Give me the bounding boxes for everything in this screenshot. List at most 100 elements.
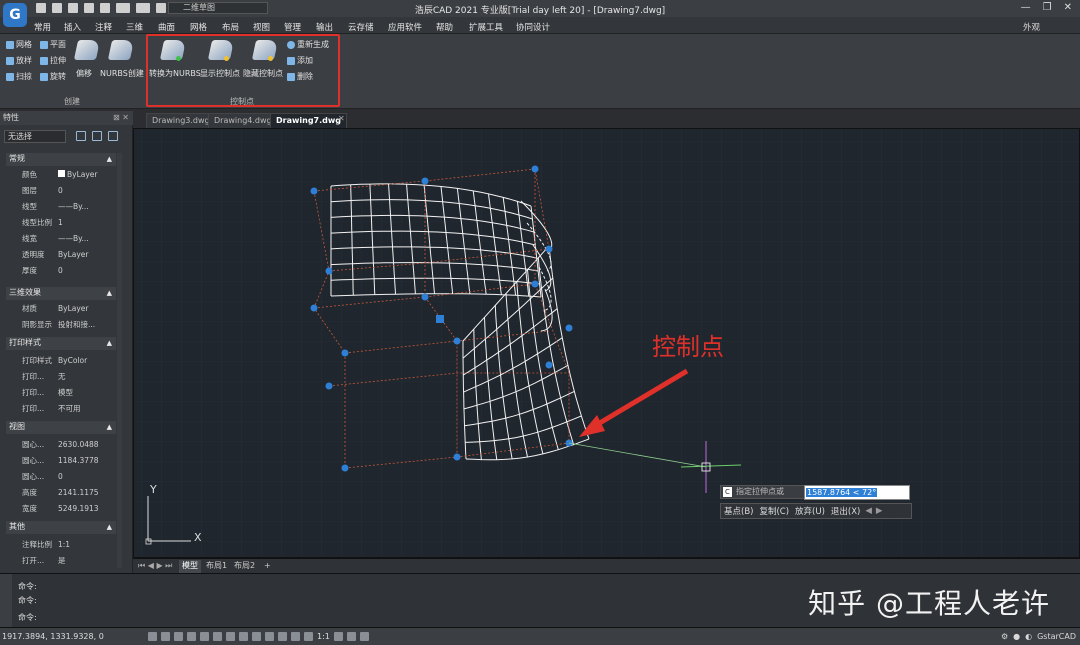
close-icon[interactable]: ⊠ ✕ (113, 111, 129, 124)
tab-layout2[interactable]: 布局2 (231, 560, 258, 573)
selection-cycling-icon[interactable] (278, 632, 287, 641)
clean-screen-icon[interactable] (359, 632, 369, 641)
property-row[interactable]: 透明度 ByLayer (6, 247, 116, 263)
property-row[interactable]: 打印... 不可用 (6, 401, 116, 417)
control-point[interactable] (421, 177, 429, 185)
menu-item[interactable]: 注释 (95, 21, 112, 33)
section-view[interactable]: 视图 ▲ (6, 421, 116, 434)
control-point[interactable] (325, 382, 333, 390)
grip-square[interactable] (436, 315, 444, 323)
annotation-visibility-icon[interactable] (304, 632, 313, 641)
selection-dropdown[interactable]: 无选择 (4, 130, 66, 143)
menu-item[interactable]: 输出 (316, 21, 333, 33)
menu-item[interactable]: 云存储 (348, 21, 374, 33)
ortho-toggle-icon[interactable] (174, 632, 183, 641)
menu-item[interactable]: 网格 (190, 21, 207, 33)
property-row[interactable]: 打印... 无 (6, 369, 116, 385)
annotation-scale[interactable]: 1:1 (317, 632, 330, 641)
restore-icon[interactable]: ❐ (1043, 2, 1052, 13)
toggle-pickadd-icon[interactable] (76, 131, 86, 141)
option-base-point[interactable]: 基点(B) (721, 505, 756, 517)
command-input[interactable]: 命令: (18, 612, 37, 623)
collapse-icon[interactable]: ▲ (107, 337, 112, 349)
control-point[interactable] (453, 337, 461, 345)
menu-item[interactable]: 曲面 (158, 21, 175, 33)
menu-item[interactable]: 扩展工具 (469, 21, 503, 33)
menu-item[interactable]: 视图 (253, 21, 270, 33)
control-point[interactable] (310, 304, 318, 312)
control-point[interactable] (341, 349, 349, 357)
property-row[interactable]: 材质 ByLayer (6, 301, 116, 317)
collapse-icon[interactable]: ▲ (107, 421, 112, 433)
menu-item[interactable]: 协同设计 (516, 21, 550, 33)
control-point[interactable] (531, 280, 539, 288)
menu-item[interactable]: 常用 (34, 21, 51, 33)
lock-ui-icon[interactable] (346, 632, 356, 641)
section-3d-effects[interactable]: 三维效果 ▲ (6, 287, 116, 300)
isolate-icon[interactable]: ◐ (1025, 632, 1032, 641)
appearance-menu[interactable]: 外观 (1023, 21, 1040, 33)
tab-layout1[interactable]: 布局1 (203, 560, 230, 573)
control-point[interactable] (325, 267, 333, 275)
option-exit[interactable]: 退出(X) (828, 505, 863, 517)
snap-toggle-icon[interactable] (161, 632, 170, 641)
property-row[interactable]: 阴影显示 投射和接... (6, 317, 116, 333)
property-row[interactable]: 圆心... 1184.3778 (6, 453, 116, 469)
property-row[interactable]: 高度 2141.1175 (6, 485, 116, 501)
quick-select-icon[interactable] (108, 131, 118, 141)
prev-option-icon[interactable]: ◀ (863, 506, 874, 516)
section-general[interactable]: 常规 ▲ (6, 153, 116, 166)
transparency-toggle-icon[interactable] (265, 632, 274, 641)
menu-item[interactable]: 布局 (222, 21, 239, 33)
osnap-toggle-icon[interactable] (200, 632, 209, 641)
property-row[interactable]: 圆心... 2630.0488 (6, 437, 116, 453)
close-icon[interactable]: ✕ (1064, 2, 1072, 13)
control-point[interactable] (565, 324, 573, 332)
property-row[interactable]: 打开... 是 (6, 553, 116, 569)
menu-item[interactable]: 三维 (126, 21, 143, 33)
drawing-canvas[interactable]: Y X 控制点 C 指定拉伸点或 1587.8764 < 72° 基点(B) 复… (133, 128, 1080, 558)
property-row[interactable]: 颜色 ByLayer (6, 167, 116, 183)
minimize-icon[interactable]: — (1021, 2, 1031, 13)
tab-model[interactable]: 模型 (179, 560, 201, 573)
menu-item[interactable]: 插入 (64, 21, 81, 33)
sweep-button[interactable]: 扫掠 (6, 71, 32, 82)
next-option-icon[interactable]: ▶ (874, 506, 885, 516)
section-plot-style[interactable]: 打印样式 ▲ (6, 337, 116, 350)
option-copy[interactable]: 复制(C) (756, 505, 792, 517)
revolve-button[interactable]: 旋转 (40, 71, 66, 82)
property-row[interactable]: 圆心... 0 (6, 469, 116, 485)
workspace-switch-icon[interactable] (333, 632, 343, 641)
properties-scrollbar[interactable] (117, 153, 122, 568)
settings-icon[interactable]: ⚙ (1001, 632, 1008, 641)
add-layout-icon[interactable]: + (261, 560, 274, 573)
loft-button[interactable]: 放样 (6, 55, 32, 66)
app-logo[interactable]: G (3, 3, 27, 27)
extrude-button[interactable]: 拉伸 (40, 55, 66, 66)
property-row[interactable]: 注释比例 1:1 (6, 537, 116, 553)
control-point[interactable] (341, 464, 349, 472)
3d-osnap-icon[interactable] (291, 632, 300, 641)
property-row[interactable]: 打印样式 ByColor (6, 353, 116, 369)
property-row[interactable]: 宽度 5249.1913 (6, 501, 116, 517)
otrack-toggle-icon[interactable] (213, 632, 222, 641)
dynamic-input-field[interactable]: 1587.8764 < 72° (804, 485, 910, 500)
property-row[interactable]: 线宽 ——By... (6, 231, 116, 247)
collapse-icon[interactable]: ▲ (107, 287, 112, 299)
control-point[interactable] (545, 245, 553, 253)
ducs-toggle-icon[interactable] (226, 632, 235, 641)
dyn-toggle-icon[interactable] (239, 632, 248, 641)
close-tab-icon[interactable]: ✕ (338, 114, 345, 123)
control-point[interactable] (421, 293, 429, 301)
property-row[interactable]: 厚度 0 (6, 263, 116, 279)
collapse-icon[interactable]: ▲ (107, 153, 112, 165)
control-point[interactable] (545, 361, 553, 369)
control-point[interactable] (310, 187, 318, 195)
property-row[interactable]: 线型比例 1 (6, 215, 116, 231)
control-point[interactable] (531, 165, 539, 173)
grid-toggle-icon[interactable] (148, 632, 157, 641)
option-undo[interactable]: 放弃(U) (792, 505, 828, 517)
property-row[interactable]: 图层 0 (6, 183, 116, 199)
select-objects-icon[interactable] (92, 131, 102, 141)
menu-item[interactable]: 管理 (284, 21, 301, 33)
